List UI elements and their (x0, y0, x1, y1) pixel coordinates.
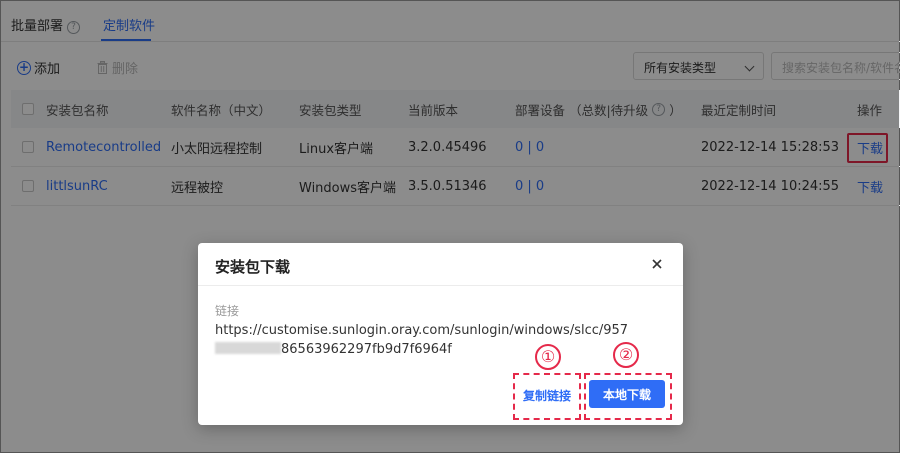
url-part-3: 63962297fb9d7f6964f (305, 342, 452, 357)
url-part-2: 865 (281, 342, 306, 357)
download-dialog: 安装包下载 链接 https://customise.sunlogin.oray… (198, 243, 683, 425)
download-url: https://customise.sunlogin.oray.com/sunl… (215, 321, 675, 359)
dialog-divider (198, 285, 683, 286)
url-part-1: https://customise.sunlogin.oray.com/sunl… (215, 323, 629, 338)
copy-highlight-box (513, 373, 581, 420)
close-icon[interactable] (650, 257, 664, 271)
url-redacted (215, 342, 281, 354)
step-marker-1: ① (535, 344, 561, 370)
step-marker-2: ② (613, 342, 639, 368)
link-label: 链接 (215, 304, 240, 318)
download-highlight-box (584, 373, 672, 420)
dialog-title: 安装包下载 (215, 258, 291, 276)
